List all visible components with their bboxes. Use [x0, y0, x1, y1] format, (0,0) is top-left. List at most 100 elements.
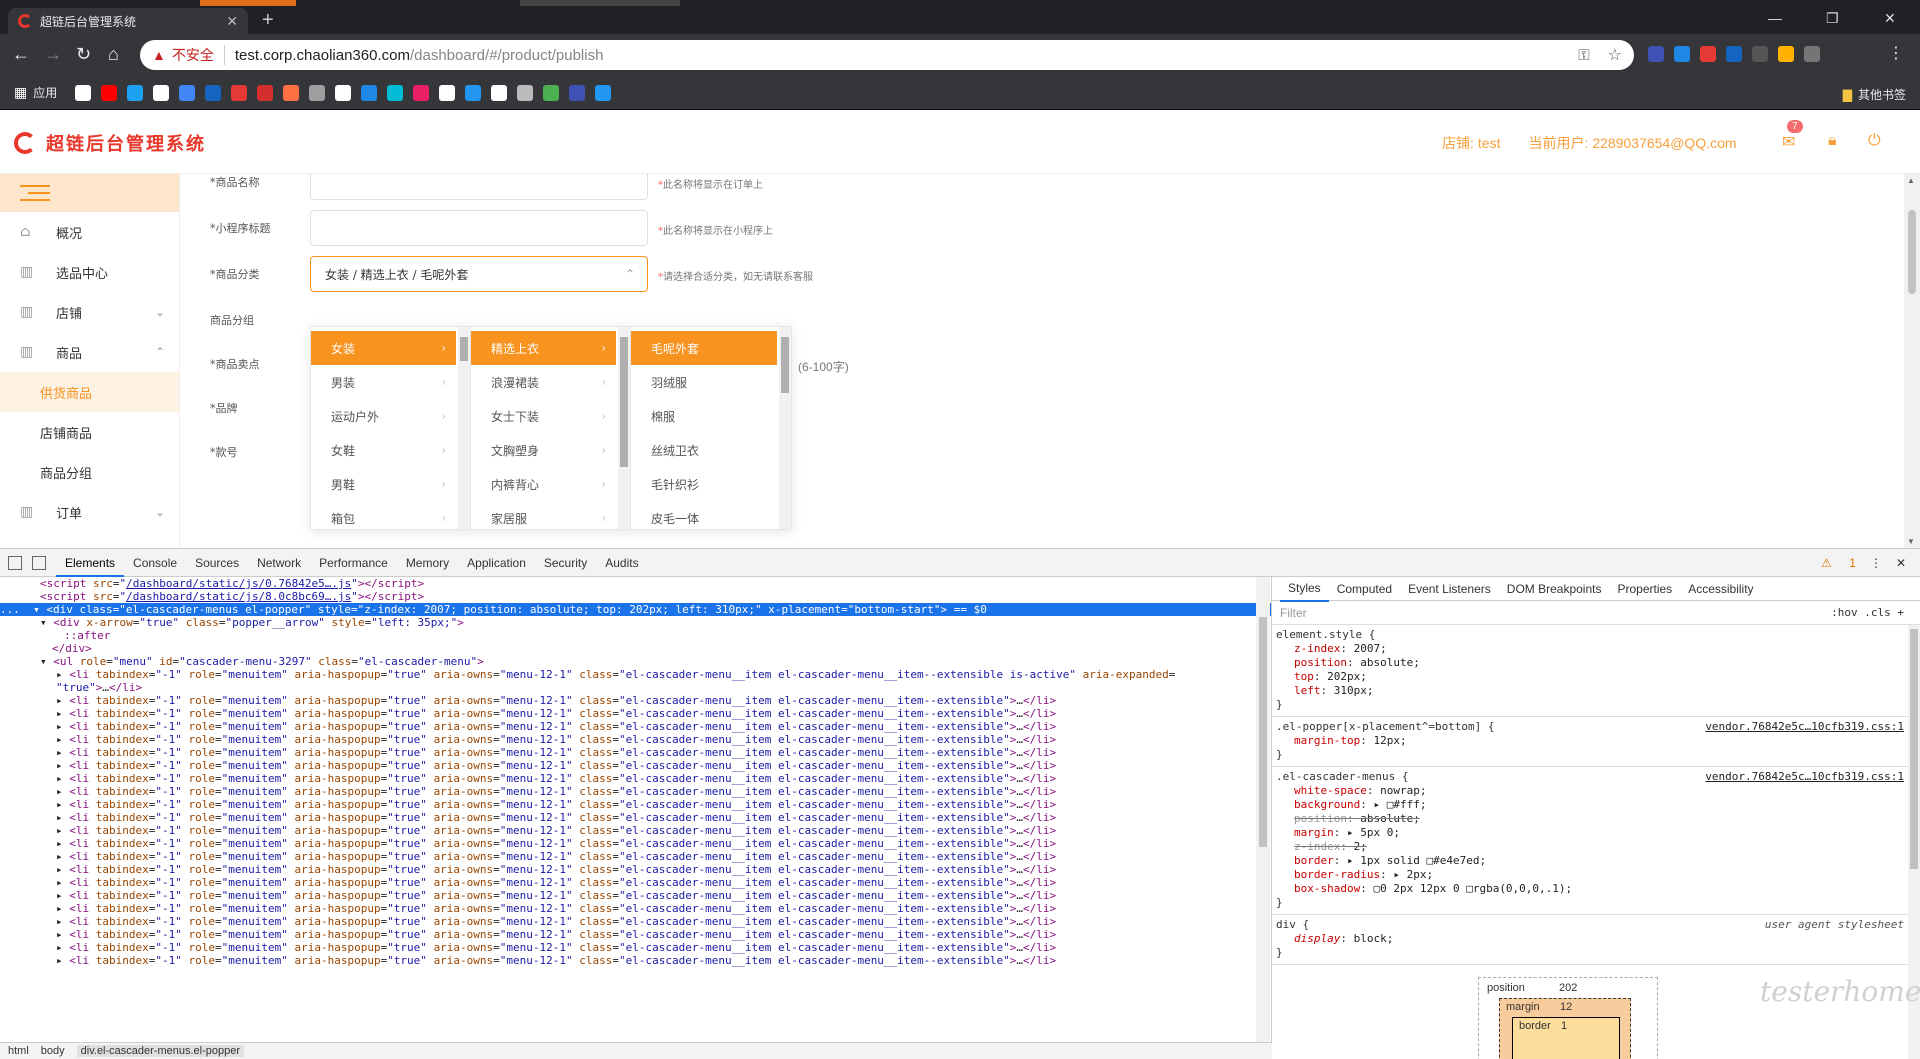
css-property[interactable]: z-index: 2; — [1276, 840, 1916, 854]
bookmark-icon[interactable] — [439, 84, 456, 101]
sidebar-subitem[interactable]: 供货商品 — [0, 372, 179, 412]
bookmark-icon[interactable] — [153, 84, 170, 101]
extension-icon[interactable] — [1804, 46, 1820, 62]
css-property[interactable]: position: absolute; — [1276, 812, 1916, 826]
cascader-item[interactable]: 毛呢外套 — [631, 331, 777, 365]
sidebar-item[interactable]: ⌂ 概况 — [0, 212, 179, 252]
new-tab-button[interactable]: + — [262, 10, 274, 30]
browser-tab[interactable]: 超链后台管理系统 ✕ — [8, 8, 248, 34]
extension-icon[interactable] — [1752, 46, 1768, 62]
category-cascader-input[interactable]: 女装 / 精选上衣 / 毛呢外套 ⌃ — [310, 256, 648, 292]
close-devtools-icon[interactable]: ✕ — [1896, 556, 1906, 570]
dom-node-line[interactable]: ▸ <li tabindex="-1" role="menuitem" aria… — [0, 707, 1271, 720]
devtools-tab[interactable]: Security — [535, 549, 596, 577]
cascader-item[interactable]: 毛针织衫 — [631, 467, 777, 501]
devtools-tab[interactable]: Console — [124, 549, 186, 577]
apps-label[interactable]: 应用 — [33, 84, 57, 101]
minimize-button[interactable]: — — [1768, 10, 1782, 26]
dom-node-line[interactable]: ▸ <li tabindex="-1" role="menuitem" aria… — [0, 954, 1271, 967]
elements-tree[interactable]: <script src="/dashboard/static/js/0.7684… — [0, 577, 1272, 1042]
dom-node-line[interactable]: ▸ <li tabindex="-1" role="menuitem" aria… — [0, 837, 1271, 850]
dom-node-line[interactable]: ▸ <li tabindex="-1" role="menuitem" aria… — [0, 850, 1271, 863]
css-property[interactable]: left: 310px; — [1276, 684, 1916, 698]
css-property[interactable]: border: ▸ 1px solid □#e4e7ed; — [1276, 854, 1916, 868]
cascader-item[interactable]: 精选上衣 › — [471, 331, 616, 365]
extension-icon[interactable] — [1726, 46, 1742, 62]
dom-node-line[interactable]: ▸ <li tabindex="-1" role="menuitem" aria… — [0, 863, 1271, 876]
dom-node-line[interactable]: ▸ <li tabindex="-1" role="menuitem" aria… — [0, 668, 1271, 681]
styles-tab[interactable]: Accessibility — [1680, 577, 1761, 601]
css-property[interactable]: border-radius: ▸ 2px; — [1276, 868, 1916, 882]
cascader-item[interactable]: 浪漫裙装 › — [471, 365, 616, 399]
app-logo[interactable]: 超链后台管理系统 — [14, 130, 206, 156]
cascader-item[interactable]: 运动户外 › — [311, 399, 456, 433]
dom-node-line[interactable]: ▸ <li tabindex="-1" role="menuitem" aria… — [0, 928, 1271, 941]
css-property[interactable]: background: ▸ □#fff; — [1276, 798, 1916, 812]
cascader-item[interactable]: 家居服 › — [471, 501, 616, 535]
styles-tab[interactable]: Event Listeners — [1400, 577, 1499, 601]
apps-grid-icon[interactable]: ▦ — [14, 84, 27, 101]
dom-node-line[interactable]: ▸ <li tabindex="-1" role="menuitem" aria… — [0, 889, 1271, 902]
sidebar-item[interactable]: ▥ 选品中心 — [0, 252, 179, 292]
cascader-scrollbar-thumb[interactable] — [460, 337, 468, 361]
cascader-scrollbar[interactable] — [779, 327, 791, 529]
sidebar-subitem[interactable]: 店铺商品 — [0, 412, 179, 452]
bookmark-icon[interactable] — [335, 84, 352, 101]
bookmark-icon[interactable] — [179, 84, 196, 101]
css-property[interactable]: z-index: 2007; — [1276, 642, 1916, 656]
key-icon[interactable]: ⚿ — [1578, 47, 1589, 64]
cascader-scrollbar-thumb[interactable] — [781, 337, 789, 393]
menu-kebab-icon[interactable]: ⋮ — [1888, 44, 1904, 64]
breadcrumb-item[interactable]: body — [41, 1045, 65, 1057]
cascader-item[interactable]: 箱包 › — [311, 501, 456, 535]
dom-node-line[interactable]: ▸ <li tabindex="-1" role="menuitem" aria… — [0, 694, 1271, 707]
bookmark-icon[interactable] — [309, 84, 326, 101]
dom-node-line[interactable]: ▸ <li tabindex="-1" role="menuitem" aria… — [0, 824, 1271, 837]
dom-node-line[interactable]: ▸ <li tabindex="-1" role="menuitem" aria… — [0, 759, 1271, 772]
css-property[interactable]: top: 202px; — [1276, 670, 1916, 684]
dom-node-line[interactable]: ▸ <li tabindex="-1" role="menuitem" aria… — [0, 720, 1271, 733]
bookmark-icon[interactable] — [361, 84, 378, 101]
styles-filter-actions[interactable]: :hov .cls + — [1831, 606, 1904, 619]
bookmark-icon[interactable] — [465, 84, 482, 101]
devtools-tab[interactable]: Elements — [56, 549, 125, 577]
styles-tab[interactable]: DOM Breakpoints — [1499, 577, 1610, 601]
dom-node-line[interactable]: ▸ <li tabindex="-1" role="menuitem" aria… — [0, 772, 1271, 785]
css-rule[interactable]: element.style {z-index: 2007; position: a… — [1272, 625, 1920, 717]
cascader-scrollbar[interactable] — [618, 327, 630, 529]
styles-tab[interactable]: Properties — [1609, 577, 1680, 601]
dom-node-line[interactable]: ▾ <div x-arrow="true" class="popper__arr… — [0, 616, 1271, 629]
devtools-tab[interactable]: Memory — [397, 549, 458, 577]
warning-count[interactable]: ⚠ 1 — [1821, 556, 1856, 570]
dom-node-line[interactable]: ▸ <li tabindex="-1" role="menuitem" aria… — [0, 876, 1271, 889]
dom-node-line[interactable]: ::after — [0, 629, 1271, 642]
breadcrumb-item[interactable]: html — [8, 1045, 29, 1057]
cascader-item[interactable]: 男装 › — [311, 365, 456, 399]
dom-node-line[interactable]: ▸ <li tabindex="-1" role="menuitem" aria… — [0, 785, 1271, 798]
dom-node-line[interactable]: ▸ <li tabindex="-1" role="menuitem" aria… — [0, 941, 1271, 954]
bookmark-icon[interactable] — [127, 84, 144, 101]
bookmark-icon[interactable] — [231, 84, 248, 101]
css-rule[interactable]: div {user agent stylesheet display: block… — [1272, 915, 1920, 965]
sidebar-subitem[interactable]: 商品分组 — [0, 452, 179, 492]
dom-node-line[interactable]: </div> — [0, 642, 1271, 655]
bookmark-icon[interactable] — [101, 84, 118, 101]
dom-node-line[interactable]: ▸ <li tabindex="-1" role="menuitem" aria… — [0, 733, 1271, 746]
mail-icon[interactable]: ✉ — [1782, 132, 1795, 152]
cascader-item[interactable]: 女装 › — [311, 331, 456, 365]
devtools-tab[interactable]: Audits — [596, 549, 647, 577]
address-bar[interactable]: ▲ 不安全 test.corp.chaolian360.com /dashboa… — [140, 40, 1634, 70]
menu-toggle-button[interactable] — [0, 174, 179, 212]
sidebar-item[interactable]: ▥ 店铺 ⌄ — [0, 292, 179, 332]
styles-filter-input[interactable]: Filter — [1280, 606, 1307, 620]
bookmark-icon[interactable] — [205, 84, 222, 101]
cascader-item[interactable]: 女鞋 › — [311, 433, 456, 467]
devtools-tab[interactable]: Application — [458, 549, 535, 577]
cascader-scrollbar-thumb[interactable] — [620, 337, 628, 467]
other-bookmarks[interactable]: ▇ 其他书签 — [1843, 86, 1906, 103]
lock-icon[interactable]: 🔒︎ — [1828, 132, 1837, 150]
bookmark-icon[interactable] — [517, 84, 534, 101]
star-icon[interactable]: ☆ — [1608, 45, 1622, 65]
bookmark-icon[interactable] — [387, 84, 404, 101]
form-input[interactable] — [310, 174, 648, 200]
